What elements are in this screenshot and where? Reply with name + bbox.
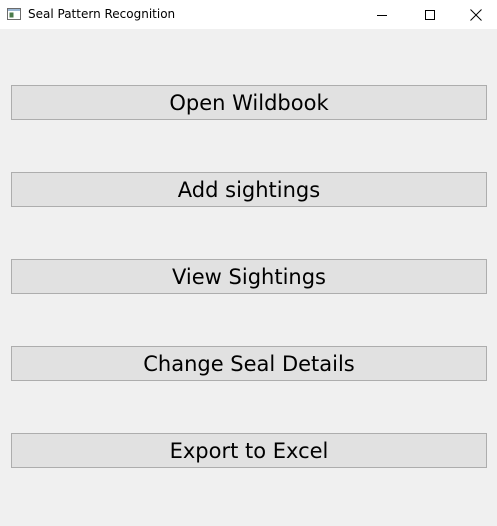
close-button[interactable] — [453, 0, 497, 29]
minimize-icon — [377, 10, 387, 20]
open-wildbook-button[interactable]: Open Wildbook — [11, 85, 487, 120]
minimize-button[interactable] — [359, 0, 405, 29]
view-sightings-button[interactable]: View Sightings — [11, 259, 487, 294]
main-panel: Open Wildbook Add sightings View Sightin… — [0, 29, 497, 526]
app-window-icon — [7, 6, 21, 20]
add-sightings-button[interactable]: Add sightings — [11, 172, 487, 207]
maximize-button[interactable] — [407, 0, 453, 29]
window-title: Seal Pattern Recognition — [28, 7, 176, 21]
close-icon — [470, 8, 482, 21]
title-bar[interactable]: Seal Pattern Recognition — [0, 0, 497, 29]
change-seal-details-button[interactable]: Change Seal Details — [11, 346, 487, 381]
maximize-icon — [425, 9, 435, 20]
export-to-excel-button[interactable]: Export to Excel — [11, 433, 487, 468]
